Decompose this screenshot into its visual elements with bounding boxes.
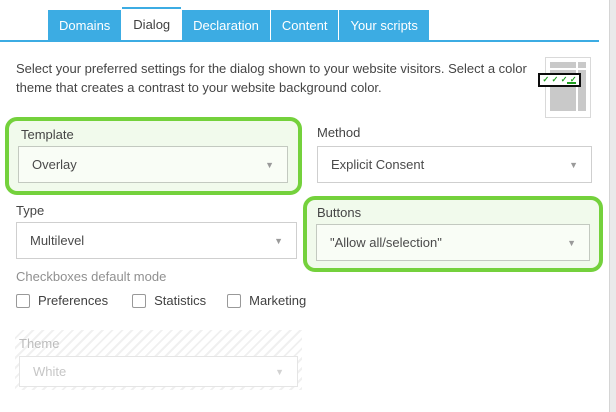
template-select[interactable]: Overlay ▼	[18, 146, 288, 183]
theme-value: White	[33, 364, 66, 379]
chevron-down-icon: ▼	[569, 160, 578, 170]
buttons-select[interactable]: "Allow all/selection" ▼	[316, 224, 590, 261]
type-select[interactable]: Multilevel ▼	[16, 222, 297, 259]
method-value: Explicit Consent	[331, 157, 424, 172]
template-value: Overlay	[32, 157, 77, 172]
dialog-preview-thumbnail: ✓ ✓ ✓ ✓	[545, 57, 591, 118]
chevron-down-icon: ▼	[274, 236, 283, 246]
theme-label: Theme	[19, 336, 59, 351]
checkboxes-default-mode-label: Checkboxes default mode	[16, 269, 166, 284]
checkbox-preferences[interactable]: Preferences	[16, 293, 108, 308]
buttons-highlight-annotation: Buttons "Allow all/selection" ▼	[303, 196, 603, 272]
checkmark-underline	[567, 82, 576, 84]
method-label: Method	[317, 125, 360, 140]
method-select[interactable]: Explicit Consent ▼	[317, 146, 592, 183]
tab-declaration[interactable]: Declaration	[182, 10, 271, 40]
tab-dialog[interactable]: Dialog	[122, 7, 181, 40]
checkboxes-default-mode-row: Preferences Statistics Marketing	[16, 293, 330, 308]
thumbnail-consent-bar: ✓ ✓ ✓ ✓	[538, 73, 581, 87]
chevron-down-icon: ▼	[567, 238, 576, 248]
tab-your-scripts[interactable]: Your scripts	[339, 10, 429, 40]
theme-section-disabled: Theme White ▼	[15, 330, 302, 390]
tab-content[interactable]: Content	[271, 10, 340, 40]
checkmark-icon: ✓	[552, 76, 559, 84]
tab-underline	[0, 40, 599, 42]
template-highlight-annotation: Template Overlay ▼	[5, 117, 302, 195]
checkbox-label: Statistics	[154, 293, 206, 308]
chevron-down-icon: ▼	[265, 160, 274, 170]
template-label: Template	[21, 127, 74, 142]
checkbox-statistics[interactable]: Statistics	[132, 293, 206, 308]
buttons-value: "Allow all/selection"	[330, 235, 442, 250]
theme-select: White ▼	[19, 356, 298, 387]
page-description: Select your preferred settings for the d…	[16, 59, 549, 97]
page-right-edge	[609, 0, 616, 412]
type-value: Multilevel	[30, 233, 84, 248]
checkbox-box[interactable]	[16, 294, 30, 308]
type-label: Type	[16, 203, 44, 218]
dialog-settings-page: Domains Dialog Declaration Content Your …	[0, 0, 616, 412]
checkbox-box[interactable]	[227, 294, 241, 308]
chevron-down-icon: ▼	[275, 367, 284, 377]
checkbox-label: Marketing	[249, 293, 306, 308]
thumbnail-row-divider	[550, 68, 586, 70]
tab-bar: Domains Dialog Declaration Content Your …	[48, 7, 430, 40]
checkbox-label: Preferences	[38, 293, 108, 308]
buttons-label: Buttons	[317, 205, 361, 220]
tab-domains[interactable]: Domains	[48, 10, 122, 40]
checkbox-marketing[interactable]: Marketing	[227, 293, 306, 308]
checkmark-icon: ✓	[542, 76, 549, 84]
checkbox-box[interactable]	[132, 294, 146, 308]
